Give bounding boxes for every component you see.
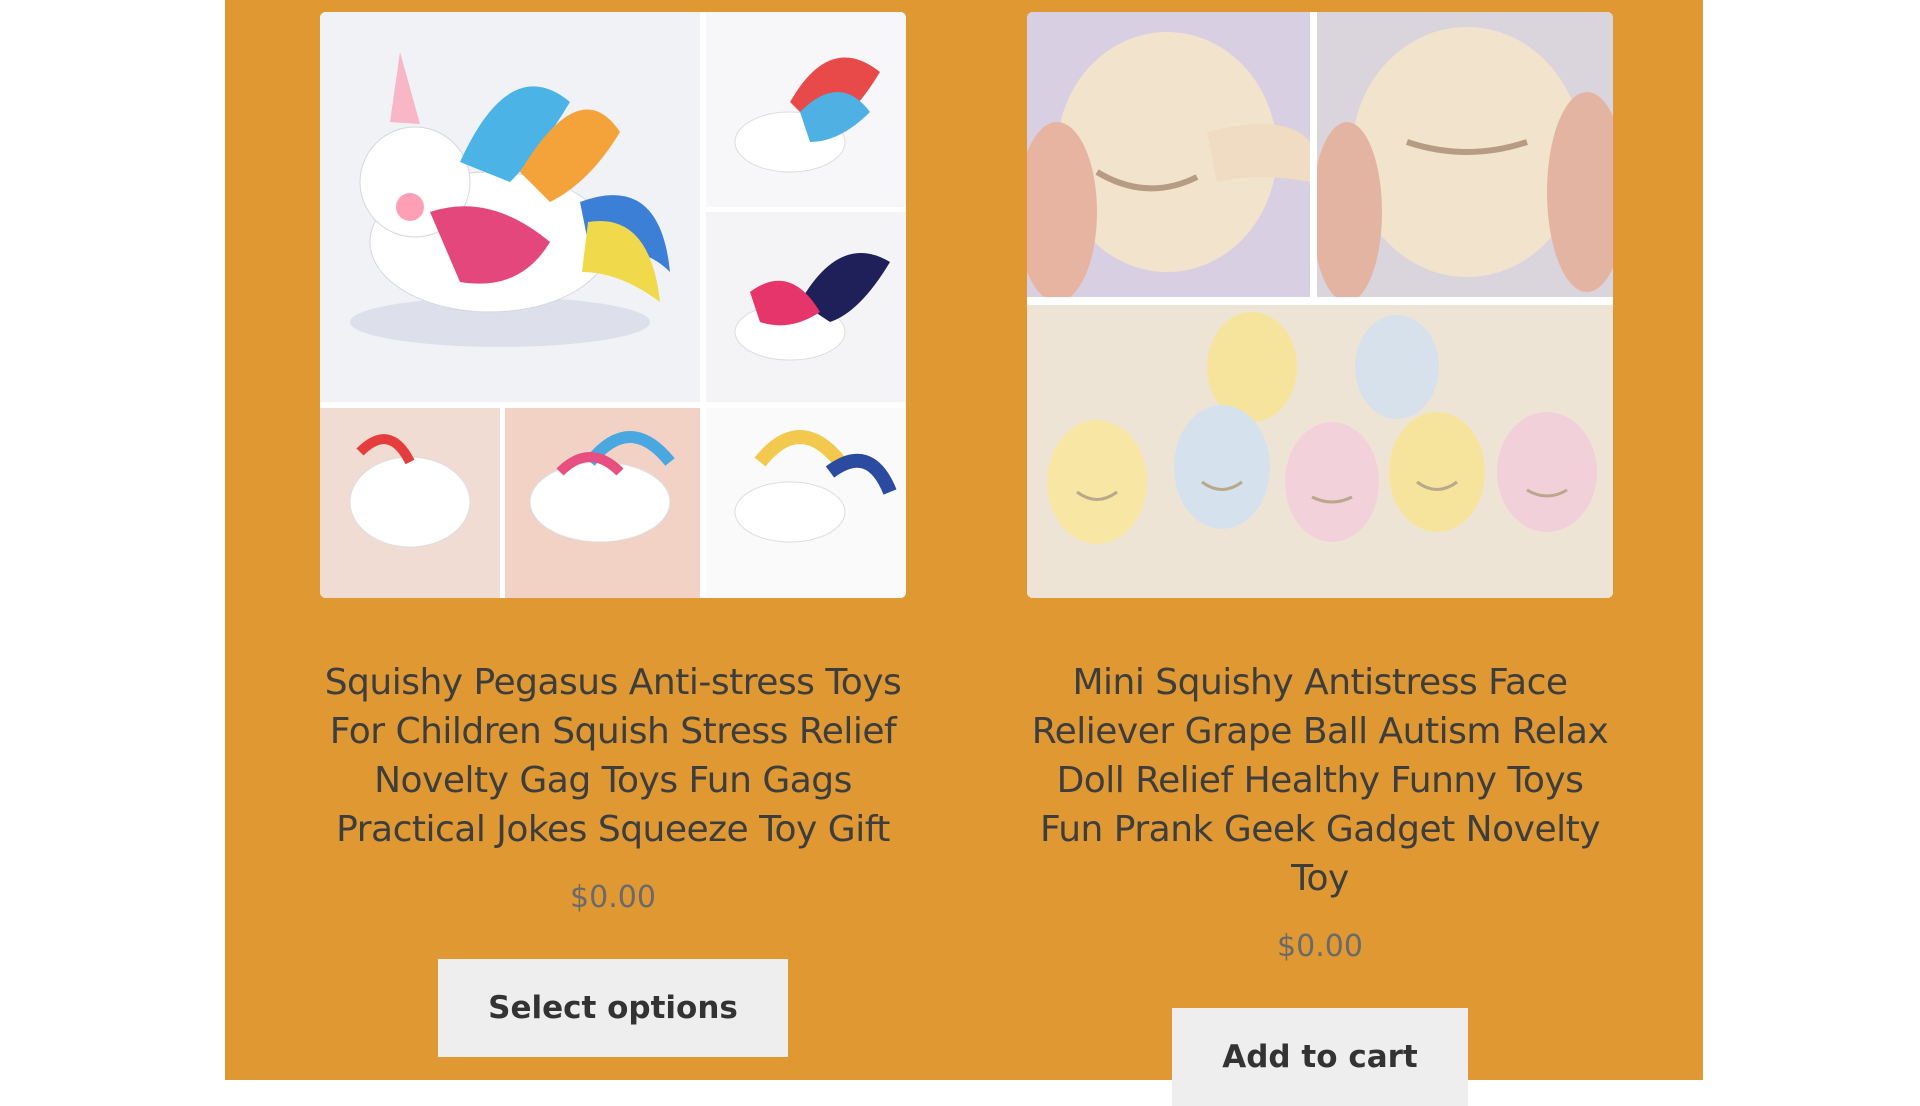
product-image-unicorn[interactable]	[320, 12, 906, 598]
product-price: $0.00	[1277, 929, 1363, 964]
product-title[interactable]: Squishy Pegasus Anti-stress Toys For Chi…	[313, 658, 913, 854]
unicorn-collage-icon	[320, 12, 906, 598]
product-card: Mini Squishy Antistress Face Reliever Gr…	[1020, 12, 1620, 1106]
product-card: Squishy Pegasus Anti-stress Toys For Chi…	[313, 12, 913, 1057]
product-grid: Squishy Pegasus Anti-stress Toys For Chi…	[225, 0, 1703, 1106]
product-title[interactable]: Mini Squishy Antistress Face Reliever Gr…	[1020, 658, 1620, 903]
add-to-cart-button[interactable]: Add to cart	[1172, 1008, 1468, 1106]
select-options-button[interactable]: Select options	[438, 959, 788, 1057]
product-image-squishy-face[interactable]	[1027, 12, 1613, 598]
squishy-face-collage-icon	[1027, 12, 1613, 598]
product-price: $0.00	[570, 880, 656, 915]
